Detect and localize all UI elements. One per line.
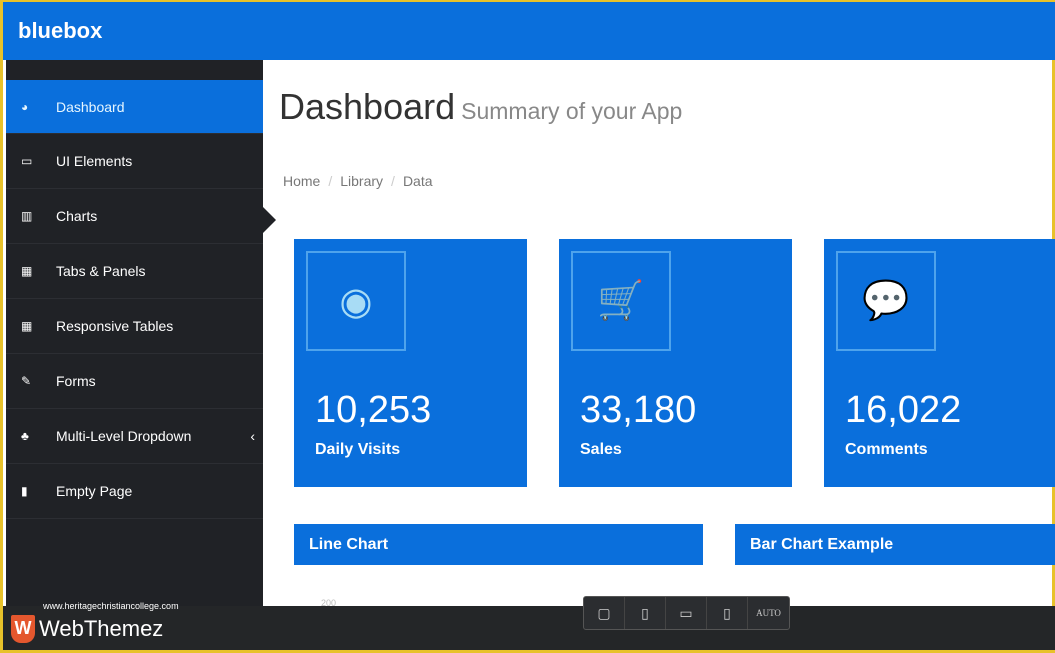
page-title: Dashboard Summary of your App bbox=[279, 86, 682, 128]
webthemez-logo: W WebThemez bbox=[11, 615, 163, 643]
panel-heading-bar-chart: Bar Chart Example bbox=[735, 524, 1055, 565]
stat-value: 33,180 bbox=[580, 389, 697, 431]
device-switcher: ▢ ▯ ▭ ▯ AUTO bbox=[583, 596, 790, 630]
breadcrumb-data: Data bbox=[402, 173, 433, 189]
breadcrumb: Home / Library / Data bbox=[283, 173, 433, 189]
watermark-url: www.heritagechristiancollege.com bbox=[43, 601, 179, 611]
table-icon: ▦ bbox=[21, 319, 33, 333]
sitemap-icon: ♣ bbox=[21, 429, 29, 443]
page-title-text: Dashboard bbox=[279, 86, 456, 127]
sidebar: ◕ Dashboard ▭ UI Elements ▥ Charts ▦ Tabs & … bbox=[6, 60, 263, 606]
sidebar-item-empty-page[interactable]: ▮ Empty Page bbox=[6, 464, 263, 519]
sidebar-pointer bbox=[263, 207, 276, 233]
stat-label: Sales bbox=[580, 441, 622, 458]
stat-card-daily-visits: ◉ 10,253 Daily Visits bbox=[294, 239, 527, 487]
page-subtitle: Summary of your App bbox=[461, 98, 683, 124]
edit-icon: ✎ bbox=[21, 374, 32, 388]
sidebar-item-ui-elements[interactable]: ▭ UI Elements bbox=[6, 134, 263, 189]
stat-label: Comments bbox=[845, 441, 928, 458]
sidebar-item-tabs-panels[interactable]: ▦ Tabs & Panels bbox=[6, 244, 263, 299]
breadcrumb-library[interactable]: Library bbox=[340, 173, 383, 189]
logo-text: WebThemez bbox=[39, 616, 164, 641]
sidebar-item-dashboard[interactable]: ◕ Dashboard bbox=[6, 80, 263, 134]
brand-logo[interactable]: bluebox bbox=[18, 18, 102, 44]
panels-icon: ▦ bbox=[21, 264, 33, 278]
sidebar-item-label: Multi-Level Dropdown bbox=[56, 428, 192, 444]
sidebar-item-label: Empty Page bbox=[56, 483, 133, 499]
chevron-left-icon: ‹ bbox=[250, 428, 255, 444]
sidebar-item-multi-level-dropdown[interactable]: ♣ Multi-Level Dropdown ‹ bbox=[6, 409, 263, 464]
dashboard-icon: ◕ bbox=[21, 99, 29, 114]
sidebar-item-label: Responsive Tables bbox=[56, 318, 174, 334]
auto-view-button[interactable]: AUTO bbox=[748, 597, 789, 629]
cart-icon: 🛒 bbox=[571, 251, 671, 351]
desktop-icon: ▭ bbox=[21, 154, 33, 168]
sidebar-item-label: Dashboard bbox=[56, 98, 125, 115]
sidebar-item-label: Forms bbox=[56, 373, 96, 389]
sidebar-item-charts[interactable]: ▥ Charts bbox=[6, 189, 263, 244]
sidebar-item-label: UI Elements bbox=[56, 153, 133, 169]
shield-icon: W bbox=[11, 615, 35, 643]
bar-chart-icon: ▥ bbox=[21, 209, 33, 223]
footer-bar: www.heritagechristiancollege.com W WebThe… bbox=[3, 596, 1055, 653]
stat-value: 16,022 bbox=[845, 389, 962, 431]
phone-view-button[interactable]: ▯ bbox=[707, 597, 748, 629]
top-bar: bluebox bbox=[3, 0, 1055, 60]
file-icon: ▮ bbox=[21, 484, 28, 498]
stat-value: 10,253 bbox=[315, 389, 432, 431]
desktop-view-button[interactable]: ▢ bbox=[584, 597, 625, 629]
sidebar-item-forms[interactable]: ✎ Forms bbox=[6, 354, 263, 409]
panel-heading-line-chart: Line Chart bbox=[294, 524, 703, 565]
sidebar-item-label: Charts bbox=[56, 208, 98, 224]
tablet-landscape-button[interactable]: ▭ bbox=[666, 597, 707, 629]
tablet-portrait-button[interactable]: ▯ bbox=[625, 597, 666, 629]
comments-icon: 💬 bbox=[836, 251, 936, 351]
sidebar-item-label: Tabs & Panels bbox=[56, 263, 146, 279]
stat-card-sales: 🛒 33,180 Sales bbox=[559, 239, 792, 487]
stat-card-comments: 💬 16,022 Comments bbox=[824, 239, 1055, 487]
eye-icon: ◉ bbox=[306, 251, 406, 351]
breadcrumb-home[interactable]: Home bbox=[283, 173, 320, 189]
stat-label: Daily Visits bbox=[315, 441, 401, 458]
sidebar-item-responsive-tables[interactable]: ▦ Responsive Tables bbox=[6, 299, 263, 354]
